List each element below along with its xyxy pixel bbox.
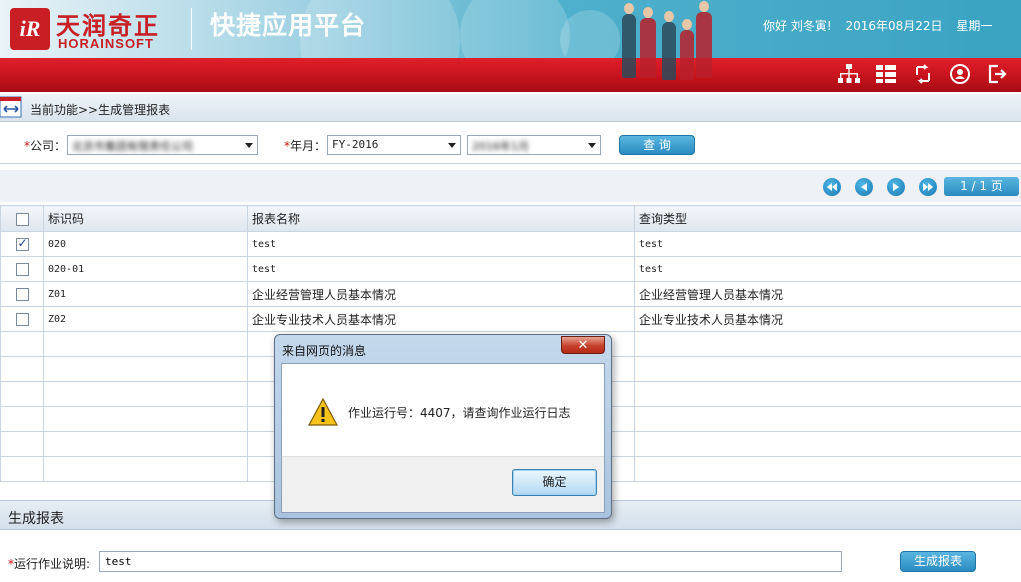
- user-greeting: 你好 刘冬寅! 2016年08月22日 星期一: [763, 17, 1002, 34]
- table-row[interactable]: 020-01 test test: [0, 256, 1021, 282]
- menu-list-icon[interactable]: [874, 62, 898, 86]
- pager: 1 / 1 页: [0, 170, 1021, 202]
- select-all-checkbox[interactable]: [15, 212, 29, 226]
- cell-name: test: [247, 256, 635, 282]
- chevron-down-icon: [448, 143, 456, 148]
- row-checkbox[interactable]: [15, 236, 29, 251]
- chevron-down-icon: [245, 143, 253, 148]
- chevron-down-icon: [588, 143, 596, 148]
- select-all-cell: [0, 205, 44, 232]
- column-header-code[interactable]: 标识码: [43, 205, 248, 232]
- greeting-text: 你好 刘冬寅!: [763, 19, 832, 33]
- row-checkbox[interactable]: [15, 288, 29, 301]
- company-select-value: 北京市集团有限责任公司: [72, 140, 193, 153]
- row-checkbox-cell: [0, 281, 44, 307]
- month-value: 2016年1月: [472, 140, 529, 153]
- query-button[interactable]: 查 询: [619, 135, 695, 155]
- cell-code: Z02: [43, 306, 248, 332]
- prev-page-button[interactable]: [855, 178, 873, 196]
- month-select[interactable]: 2016年1月: [467, 135, 601, 155]
- fiscal-year-select[interactable]: FY-2016: [327, 135, 461, 155]
- function-arrows-icon: [0, 96, 22, 118]
- table-row[interactable]: Z02 企业专业技术人员基本情况 企业专业技术人员基本情况: [0, 306, 1021, 332]
- page-indicator: 1 / 1 页: [944, 177, 1019, 196]
- generate-report-button[interactable]: 生成报表: [900, 551, 976, 572]
- header-toolbar: [837, 62, 1009, 86]
- current-date: 2016年08月22日: [845, 19, 943, 33]
- dialog-footer: 确定: [282, 456, 604, 512]
- cell-code: 020-01: [43, 256, 248, 282]
- column-header-type[interactable]: 查询类型: [634, 205, 1021, 232]
- row-checkbox-cell: [0, 256, 44, 282]
- cell-type: 企业专业技术人员基本情况: [634, 306, 1021, 332]
- dialog-title: 来自网页的消息: [282, 344, 367, 358]
- table-row[interactable]: 020 test test: [0, 231, 1021, 257]
- cell-type: test: [634, 256, 1021, 282]
- logo-separator: [191, 8, 192, 50]
- warning-icon: [307, 397, 339, 426]
- row-checkbox[interactable]: [15, 263, 29, 276]
- cell-type: test: [634, 231, 1021, 257]
- last-page-button[interactable]: [919, 178, 937, 196]
- dialog-message-area: 作业运行号：4407，请查询作业运行日志: [282, 364, 604, 456]
- filter-bar: *公司： 北京市集团有限责任公司 *年月： FY-2016 2016年1月 查 …: [0, 124, 1021, 164]
- breadcrumb: 当前功能>>生成管理报表: [0, 94, 1021, 122]
- refresh-icon[interactable]: [911, 62, 935, 86]
- company-select[interactable]: 北京市集团有限责任公司: [67, 135, 258, 155]
- cell-code: Z01: [43, 281, 248, 307]
- run-description-label: *运行作业说明:: [8, 557, 91, 571]
- row-checkbox-cell: [0, 306, 44, 332]
- dialog-message: 作业运行号：4407，请查询作业运行日志: [348, 406, 571, 420]
- app-header: iR 天润奇正 HORAINSOFT 快捷应用平台 你好 刘冬寅! 2016年0…: [0, 0, 1021, 92]
- table-header-row: 标识码 报表名称 查询类型: [0, 205, 1021, 232]
- close-icon: ✕: [577, 337, 589, 353]
- user-icon[interactable]: [948, 62, 972, 86]
- first-page-button[interactable]: [823, 178, 841, 196]
- org-chart-icon[interactable]: [837, 62, 861, 86]
- run-description-input[interactable]: [99, 551, 842, 572]
- ok-button[interactable]: 确定: [512, 469, 597, 496]
- dialog-body: 作业运行号：4407，请查询作业运行日志 确定: [281, 363, 605, 513]
- row-checkbox[interactable]: [15, 313, 29, 326]
- platform-title: 快捷应用平台: [210, 11, 367, 40]
- cell-type: 企业经营管理人员基本情况: [634, 281, 1021, 307]
- cell-name: test: [247, 231, 635, 257]
- row-checkbox-cell: [0, 231, 44, 257]
- logo-english-name: HORAINSOFT: [58, 36, 154, 51]
- dialog-close-button[interactable]: ✕: [561, 336, 605, 354]
- message-dialog: 来自网页的消息 ✕ 作业运行号：4407，请查询作业运行日志 确定: [274, 334, 612, 519]
- generate-panel: *运行作业说明: 生成报表: [0, 531, 1021, 582]
- logo-mark: iR: [10, 8, 50, 50]
- cell-name: 企业经营管理人员基本情况: [247, 281, 635, 307]
- cell-code: 020: [43, 231, 248, 257]
- current-weekday: 星期一: [956, 19, 993, 33]
- yearmonth-label: *年月：: [284, 139, 327, 153]
- breadcrumb-text: 当前功能>>生成管理报表: [30, 103, 171, 117]
- column-header-name[interactable]: 报表名称: [247, 205, 635, 232]
- next-page-button[interactable]: [887, 178, 905, 196]
- company-label: *公司：: [24, 139, 67, 153]
- logout-icon[interactable]: [985, 62, 1009, 86]
- table-row[interactable]: Z01 企业经营管理人员基本情况 企业经营管理人员基本情况: [0, 281, 1021, 307]
- fiscal-year-value: FY-2016: [332, 138, 379, 151]
- cell-name: 企业专业技术人员基本情况: [247, 306, 635, 332]
